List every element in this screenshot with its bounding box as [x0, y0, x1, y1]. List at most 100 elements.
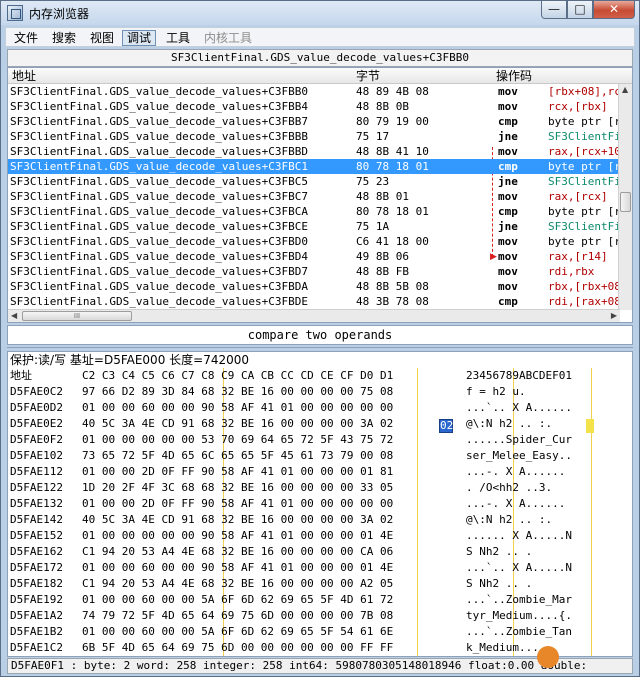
hex-row-ascii: . /O<hh2 ..3.: [466, 481, 553, 494]
hex-row[interactable]: D5FAE1A2 74 79 72 5F 4D 65 64 69 75 6D 00…: [8, 608, 632, 623]
hex-row[interactable]: D5FAE112 01 00 00 2D 0F FF 90 58 AF 41 01…: [8, 464, 632, 479]
disassembly-row[interactable]: SF3ClientFinal.GDS_value_decode_values+C…: [8, 279, 620, 294]
hex-row-bytes: C1 94 20 53 A4 4E 68 32 BE 16 00 00 00 0…: [82, 545, 394, 558]
instruction-bytes: 49 8B 06: [356, 250, 409, 263]
disassembly-row[interactable]: SF3ClientFinal.GDS_value_decode_values+C…: [8, 264, 620, 279]
instruction-operands: rax,[r14]: [548, 250, 608, 263]
instruction-bytes: 75 1A: [356, 220, 390, 233]
instruction-opcode: cmp: [498, 295, 518, 308]
instruction-bytes: 80 79 19 00: [356, 115, 429, 128]
disassembly-row[interactable]: SF3ClientFinal.GDS_value_decode_values+C…: [8, 99, 620, 114]
scroll-left-icon[interactable]: ◀: [11, 311, 17, 320]
instruction-operands: byte ptr [rcx+19],00: [548, 115, 620, 128]
instruction-bytes: 48 8B 0B: [356, 100, 409, 113]
instruction-address: SF3ClientFinal.GDS_value_decode_values+C…: [10, 85, 309, 98]
hex-row[interactable]: D5FAE1B2 01 00 00 60 00 00 5A 6F 6D 62 69…: [8, 624, 632, 639]
hex-row[interactable]: D5FAE0F2 01 00 00 00 00 00 53 70 69 64 65…: [8, 432, 632, 447]
hex-row-address: D5FAE172: [10, 561, 63, 574]
instruction-address: SF3ClientFinal.GDS_value_decode_values+C…: [10, 220, 309, 233]
instruction-opcode: mov: [498, 235, 518, 248]
instruction-bytes: C6 41 18 00: [356, 235, 429, 248]
menu-kernel-tools[interactable]: 内核工具: [200, 30, 256, 46]
hex-row-address: D5FAE0D2: [10, 401, 63, 414]
hex-row-address: D5FAE132: [10, 497, 63, 510]
instruction-opcode: mov: [498, 145, 518, 158]
instruction-opcode: mov: [498, 85, 518, 98]
instruction-address: SF3ClientFinal.GDS_value_decode_values+C…: [10, 130, 309, 143]
disassembler-horizontal-scrollbar[interactable]: ◀ III ▶: [8, 309, 620, 322]
hex-row-bytes: 6B 5F 4D 65 64 69 75 6D 00 00 00 00 00 0…: [82, 641, 394, 654]
disassembly-row[interactable]: SF3ClientFinal.GDS_value_decode_values+C…: [8, 294, 620, 309]
column-address[interactable]: 地址: [12, 68, 36, 84]
maximize-button[interactable]: □: [567, 1, 593, 19]
selected-byte[interactable]: 02: [439, 419, 453, 433]
instruction-bytes: 80 78 18 01: [356, 160, 429, 173]
scrollbar-thumb-grip-icon[interactable]: III: [22, 311, 132, 321]
hex-row[interactable]: D5FAE142 40 5C 3A 4E CD 91 68 32 BE 16 00…: [8, 512, 632, 527]
close-button[interactable]: ✕: [593, 1, 635, 19]
hex-row[interactable]: D5FAE0C2 97 66 D2 89 3D 84 68 32 BE 16 00…: [8, 384, 632, 399]
column-bytes[interactable]: 字节: [356, 68, 380, 84]
watermark-logo: [537, 646, 627, 668]
disassembly-row[interactable]: SF3ClientFinal.GDS_value_decode_values+C…: [8, 114, 620, 129]
scroll-up-icon[interactable]: ▲: [622, 85, 628, 94]
disassembly-list[interactable]: ▶ SF3ClientFinal.GDS_value_decode_values…: [8, 84, 620, 310]
disassembly-row[interactable]: SF3ClientFinal.GDS_value_decode_values+C…: [8, 219, 620, 234]
scroll-right-icon[interactable]: ▶: [611, 311, 617, 320]
menu-debug[interactable]: 调试: [122, 30, 157, 46]
menu-bar: 文件 搜索 视图 调试 工具 内核工具: [5, 27, 635, 47]
hex-row-bytes: 01 00 00 60 00 00 90 58 AF 41 01 00 00 0…: [82, 561, 394, 574]
disassembly-row[interactable]: SF3ClientFinal.GDS_value_decode_values+C…: [8, 204, 620, 219]
disassembly-row[interactable]: SF3ClientFinal.GDS_value_decode_values+C…: [8, 84, 620, 99]
hex-row-bytes: 01 00 00 00 00 00 90 58 AF 41 01 00 00 0…: [82, 529, 394, 542]
hex-row[interactable]: D5FAE132 01 00 00 2D 0F FF 90 58 AF 41 01…: [8, 496, 632, 511]
menu-file[interactable]: 文件: [10, 30, 42, 46]
instruction-address: SF3ClientFinal.GDS_value_decode_values+C…: [10, 280, 309, 293]
title-bar[interactable]: 内存浏览器 — □ ✕: [1, 1, 639, 25]
hex-header-ascii: 23456789ABCDEF01: [466, 369, 572, 382]
hex-row[interactable]: D5FAE182 C1 94 20 53 A4 4E 68 32 BE 16 00…: [8, 576, 632, 591]
hex-row[interactable]: D5FAE192 01 00 00 60 00 00 5A 6F 6D 62 69…: [8, 592, 632, 607]
disassembler-vertical-scrollbar[interactable]: ▲: [618, 84, 632, 310]
menu-view[interactable]: 视图: [86, 30, 118, 46]
disassembly-row[interactable]: SF3ClientFinal.GDS_value_decode_values+C…: [8, 144, 620, 159]
menu-tools[interactable]: 工具: [162, 30, 194, 46]
hex-row-bytes: 01 00 00 60 00 00 5A 6F 6D 62 69 65 5F 5…: [82, 625, 394, 638]
hex-row-ascii: @\:N h2 .. :.: [466, 513, 553, 526]
instruction-operands: SF3ClientFinal.GDS_value_decode_values+C…: [548, 130, 620, 143]
disassembly-row[interactable]: SF3ClientFinal.GDS_value_decode_values+C…: [8, 234, 620, 249]
column-opcode[interactable]: 操作码: [496, 68, 532, 84]
hex-row-bytes: 01 00 00 2D 0F FF 90 58 AF 41 01 00 00 0…: [82, 497, 394, 510]
disassembly-row[interactable]: SF3ClientFinal.GDS_value_decode_values+C…: [8, 249, 620, 264]
hex-row[interactable]: D5FAE122 1D 20 2F 4F 3C 68 68 32 BE 16 00…: [8, 480, 632, 495]
disassembly-row[interactable]: SF3ClientFinal.GDS_value_decode_values+C…: [8, 189, 620, 204]
instruction-bytes: 48 8B 01: [356, 190, 409, 203]
hex-row[interactable]: D5FAE172 01 00 00 60 00 00 90 58 AF 41 01…: [8, 560, 632, 575]
instruction-opcode: mov: [498, 265, 518, 278]
hex-row[interactable]: D5FAE0E2 40 5C 3A 4E CD 91 68 32 BE 16 00…: [8, 416, 632, 431]
instruction-address: SF3ClientFinal.GDS_value_decode_values+C…: [10, 235, 309, 248]
hex-row-ascii: ...`.. X A.....N: [466, 561, 572, 574]
hex-row[interactable]: D5FAE102 73 65 72 5F 4D 65 6C 65 65 5F 45…: [8, 448, 632, 463]
ascii-cursor: [586, 419, 594, 433]
hex-view-panel[interactable]: 保护:读/写 基址=D5FAE000 长度=742000 地址 C2 C3 C4…: [7, 351, 633, 657]
hex-row-bytes: 40 5C 3A 4E CD 91 68 32 BE 16 00 00 00 0…: [82, 513, 394, 526]
disassembly-row[interactable]: SF3ClientFinal.GDS_value_decode_values+C…: [8, 129, 620, 144]
instruction-address: SF3ClientFinal.GDS_value_decode_values+C…: [10, 265, 309, 278]
disassembler-panel: 地址 字节 操作码 ▶ SF3ClientFinal.GDS_value_dec…: [7, 67, 633, 323]
instruction-bytes: 48 8B FB: [356, 265, 409, 278]
hex-rows[interactable]: D5FAE0C2 97 66 D2 89 3D 84 68 32 BE 16 00…: [8, 384, 632, 656]
hex-row[interactable]: D5FAE0D2 01 00 00 60 00 00 90 58 AF 41 01…: [8, 400, 632, 415]
instruction-opcode: cmp: [498, 160, 518, 173]
disassembler-address-bar[interactable]: SF3ClientFinal.GDS_value_decode_values+C…: [7, 49, 633, 67]
disassembly-row[interactable]: SF3ClientFinal.GDS_value_decode_values+C…: [8, 159, 620, 174]
panel-splitter[interactable]: [7, 347, 633, 350]
menu-search[interactable]: 搜索: [48, 30, 80, 46]
hex-row-address: D5FAE1B2: [10, 625, 63, 638]
hex-row[interactable]: D5FAE162 C1 94 20 53 A4 4E 68 32 BE 16 00…: [8, 544, 632, 559]
instruction-operands: rcx,[rbx]: [548, 100, 608, 113]
scrollbar-thumb[interactable]: [620, 192, 631, 212]
hex-row[interactable]: D5FAE152 01 00 00 00 00 00 90 58 AF 41 01…: [8, 528, 632, 543]
disassembly-row[interactable]: SF3ClientFinal.GDS_value_decode_values+C…: [8, 174, 620, 189]
minimize-button[interactable]: —: [541, 1, 567, 19]
